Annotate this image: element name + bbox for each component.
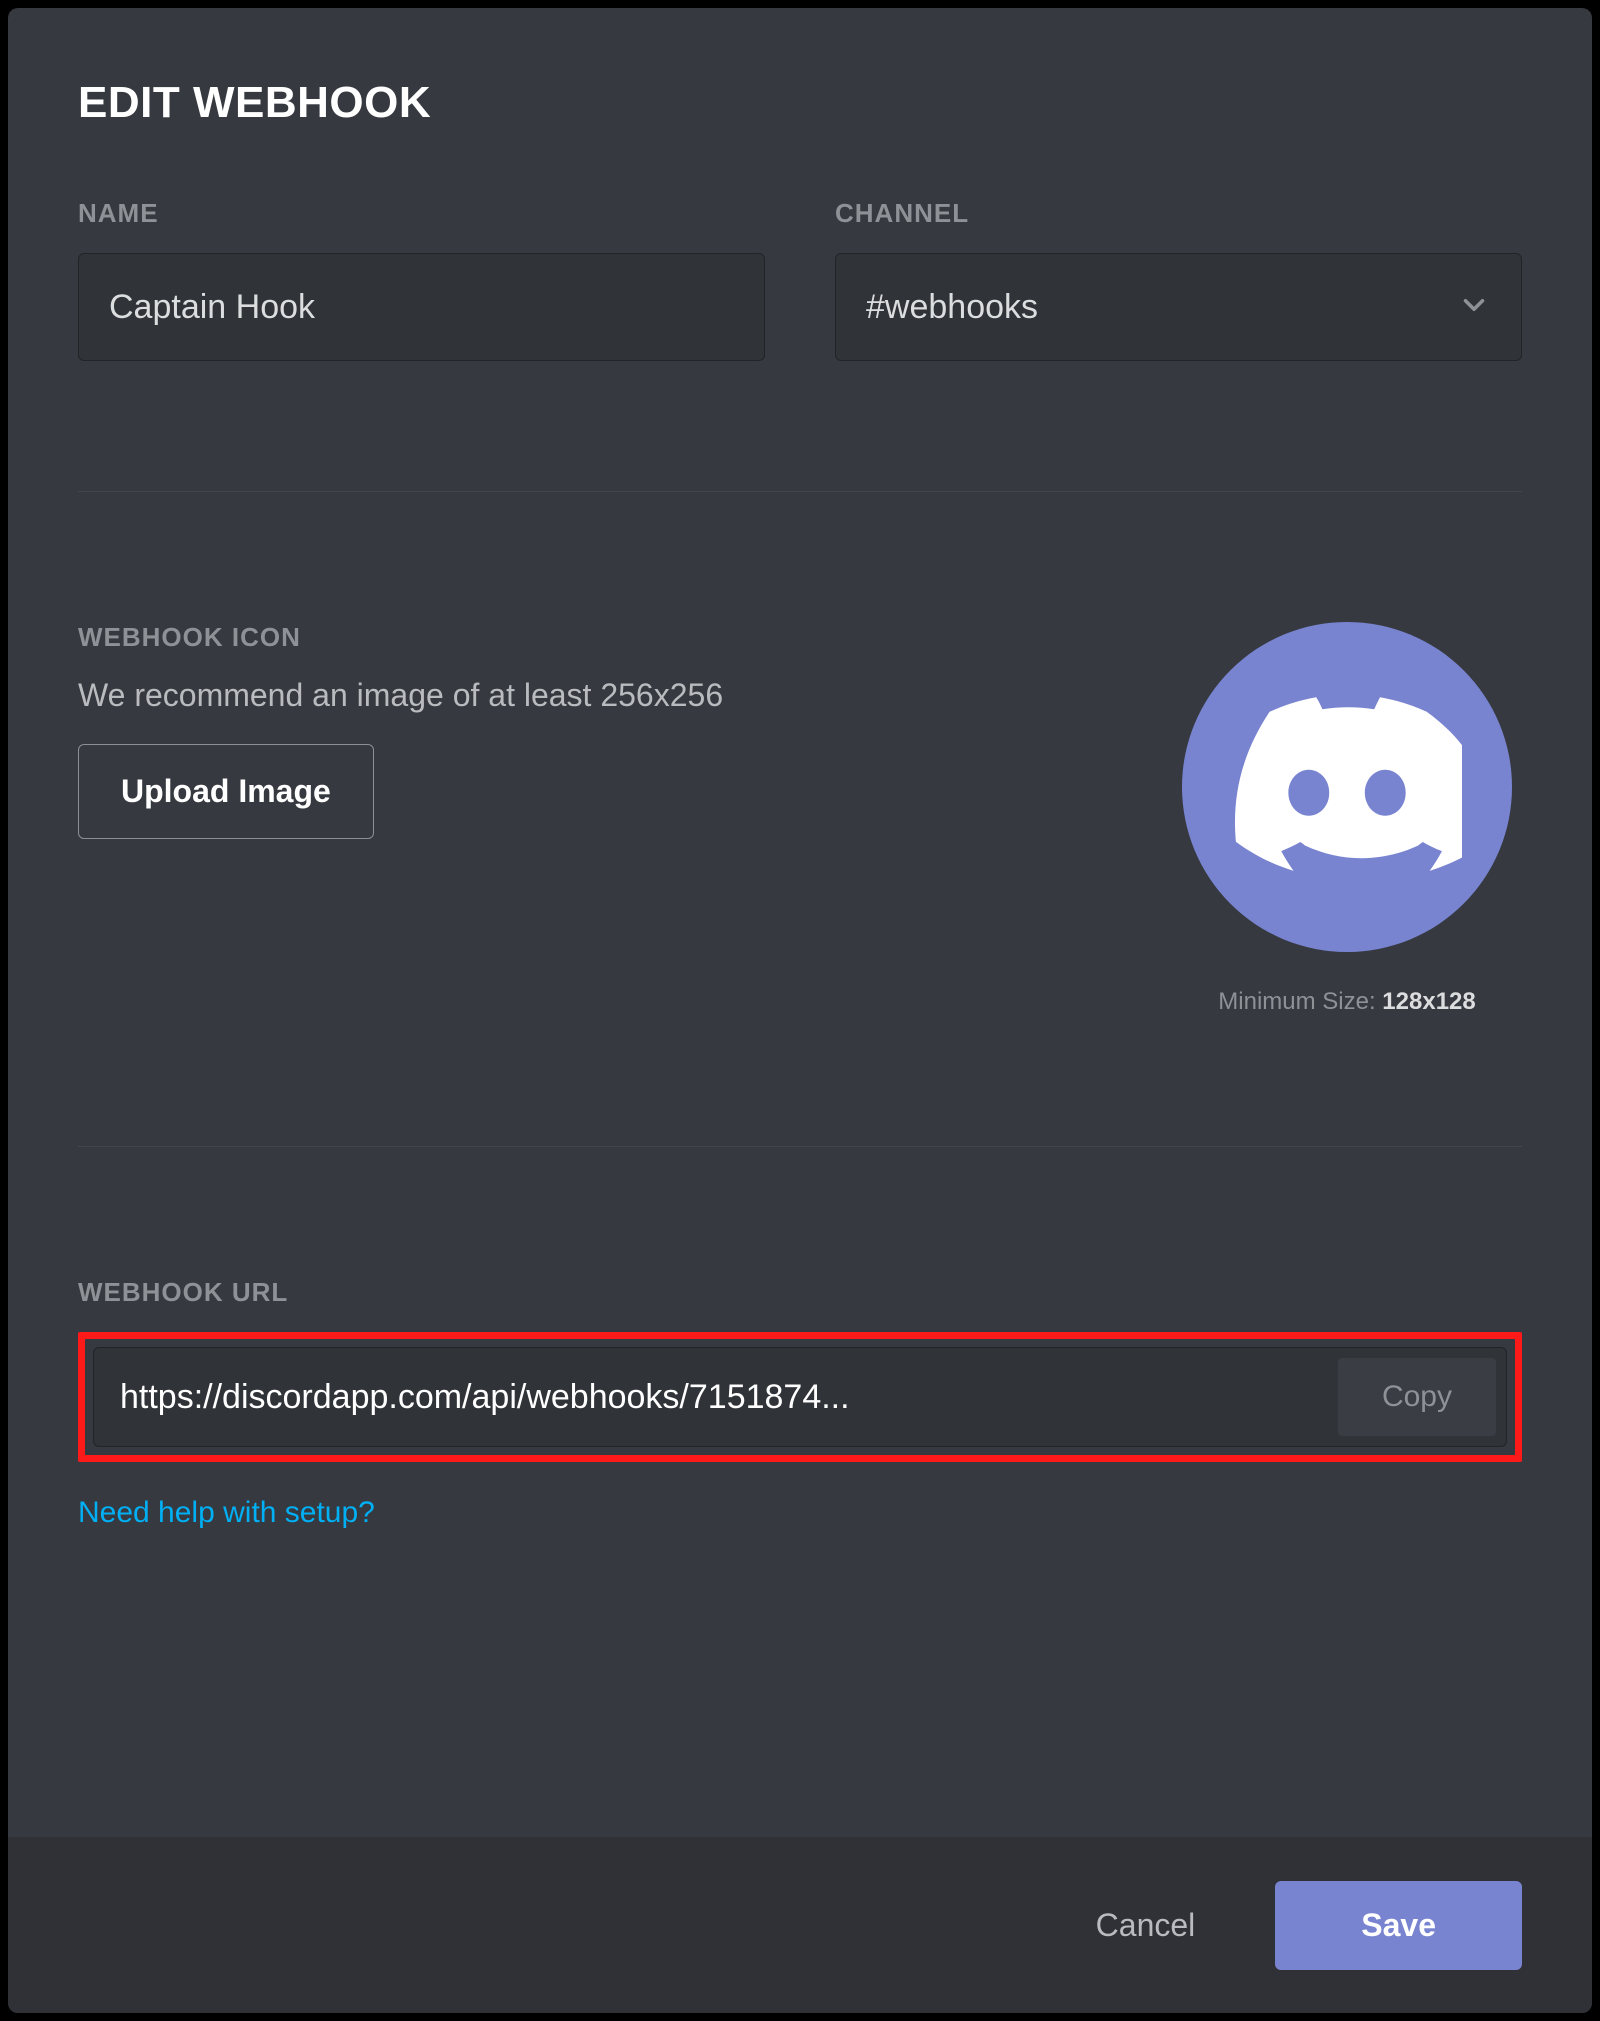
chevron-down-icon — [1457, 288, 1491, 327]
icon-recommend-text: We recommend an image of at least 256x25… — [78, 677, 1122, 714]
minimum-size-text: Minimum Size: 128x128 — [1218, 988, 1475, 1016]
url-row: https://discordapp.com/api/webhooks/7151… — [93, 1347, 1507, 1447]
name-label: NAME — [78, 198, 765, 229]
cancel-button[interactable]: Cancel — [1066, 1887, 1226, 1964]
discord-logo-icon — [1232, 670, 1462, 905]
channel-label: CHANNEL — [835, 198, 1522, 229]
minimum-size-prefix: Minimum Size: — [1218, 988, 1382, 1015]
url-section: WEBHOOK URL https://discordapp.com/api/w… — [78, 1277, 1522, 1530]
url-label: WEBHOOK URL — [78, 1277, 1522, 1308]
channel-select-value: #webhooks — [866, 288, 1457, 327]
icon-section-label: WEBHOOK ICON — [78, 622, 1122, 653]
help-link[interactable]: Need help with setup? — [78, 1496, 375, 1530]
webhook-url-text[interactable]: https://discordapp.com/api/webhooks/7151… — [120, 1378, 1322, 1417]
webhook-avatar[interactable] — [1182, 622, 1512, 952]
avatar-column: Minimum Size: 128x128 — [1182, 622, 1512, 1016]
icon-section-left: WEBHOOK ICON We recommend an image of at… — [78, 622, 1122, 839]
modal-body: EDIT WEBHOOK NAME CHANNEL #webhooks WEBH… — [8, 8, 1592, 1837]
upload-image-button[interactable]: Upload Image — [78, 744, 374, 839]
channel-column: CHANNEL #webhooks — [835, 198, 1522, 361]
minimum-size-value: 128x128 — [1382, 988, 1475, 1015]
name-input[interactable] — [78, 253, 765, 361]
edit-webhook-modal: EDIT WEBHOOK NAME CHANNEL #webhooks WEBH… — [8, 8, 1592, 2013]
save-button[interactable]: Save — [1275, 1881, 1522, 1970]
modal-title: EDIT WEBHOOK — [78, 78, 1522, 128]
url-highlight-box: https://discordapp.com/api/webhooks/7151… — [78, 1332, 1522, 1462]
icon-section: WEBHOOK ICON We recommend an image of at… — [78, 622, 1522, 1016]
divider — [78, 1146, 1522, 1147]
form-row: NAME CHANNEL #webhooks — [78, 198, 1522, 361]
channel-select[interactable]: #webhooks — [835, 253, 1522, 361]
divider — [78, 491, 1522, 492]
copy-button[interactable]: Copy — [1338, 1358, 1496, 1436]
modal-footer: Cancel Save — [8, 1837, 1592, 2013]
name-column: NAME — [78, 198, 765, 361]
